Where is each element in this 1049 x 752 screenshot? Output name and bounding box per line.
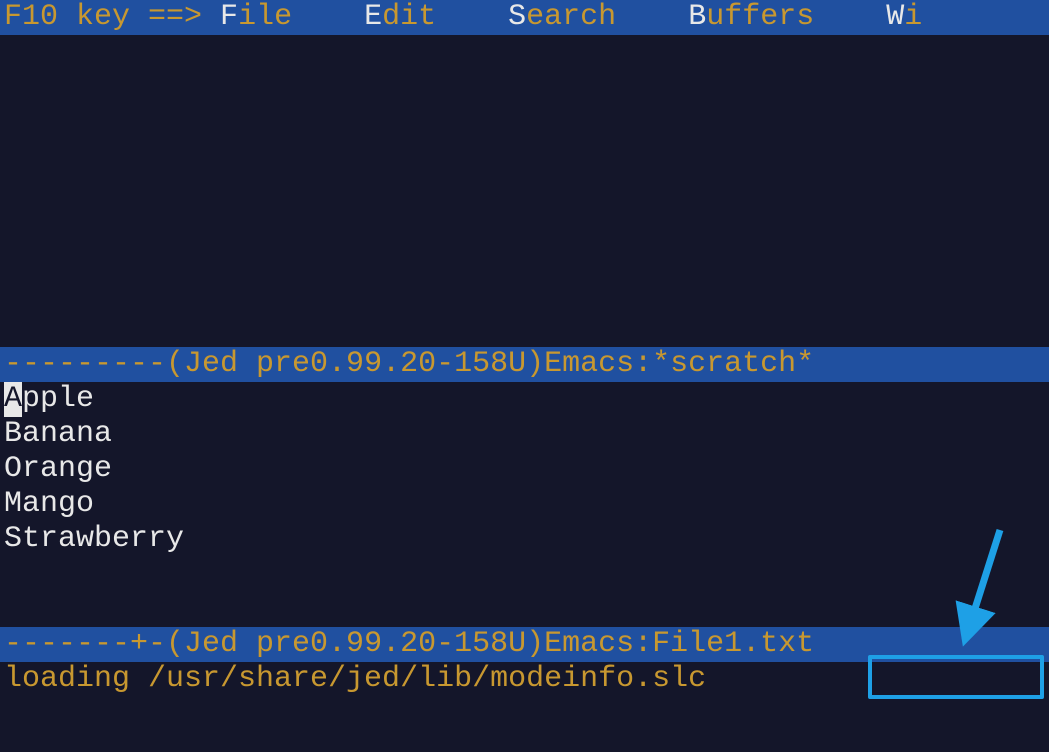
status2-dashes: -------+-: [4, 627, 166, 662]
line1-text: Banana: [4, 417, 112, 452]
menu-buffers-rest: uffers: [706, 0, 814, 34]
menu-windows-hotkey: W: [886, 0, 904, 34]
menu-gap-2: [616, 0, 688, 35]
status1-version: (Jed pre0.99.20-158U): [166, 347, 544, 382]
menu-edit-hotkey: E: [364, 0, 382, 34]
menu-windows[interactable]: Wi: [886, 0, 922, 35]
line3-text: Mango: [4, 487, 94, 522]
status2-mode: Emacs:: [544, 627, 652, 662]
menu-file-rest: ile: [238, 0, 292, 34]
status-line-file: -------+-(Jed pre0.99.20-158U) Emacs: Fi…: [0, 627, 1049, 662]
status1-dashes: ---------: [4, 347, 166, 382]
buffer-empty-space[interactable]: [0, 557, 1049, 592]
menubar[interactable]: F10 key ==> File Edit Search Buffers Wi: [0, 0, 1049, 35]
line4-text: Strawberry: [4, 522, 184, 557]
minibuffer: loading /usr/share/jed/lib/modeinfo.slc: [0, 662, 1049, 697]
line0-rest: pple: [22, 382, 94, 417]
file-buffer-area[interactable]: Apple Banana Orange Mango Strawberry: [0, 382, 1049, 557]
menu-gap-3: [814, 0, 886, 35]
menu-search[interactable]: Search: [508, 0, 616, 35]
status-line-scratch: ---------(Jed pre0.99.20-158U) Emacs: *s…: [0, 347, 1049, 382]
editor-line-3[interactable]: Mango: [4, 487, 1045, 522]
menu-edit-rest: dit: [382, 0, 436, 34]
menu-gap-0: [292, 0, 364, 35]
status1-buffer: *scratch*: [652, 347, 814, 382]
buffer-empty-space-2[interactable]: [0, 592, 1049, 627]
editor-line-1[interactable]: Banana: [4, 417, 1045, 452]
menu-file[interactable]: File: [220, 0, 292, 35]
menu-buffers-hotkey: B: [688, 0, 706, 34]
editor-line-2[interactable]: Orange: [4, 452, 1045, 487]
editor-line-0[interactable]: Apple: [4, 382, 1045, 417]
line2-text: Orange: [4, 452, 112, 487]
menu-search-hotkey: S: [508, 0, 526, 34]
cursor: A: [4, 382, 22, 417]
editor-line-4[interactable]: Strawberry: [4, 522, 1045, 557]
menu-windows-rest: i: [904, 0, 922, 34]
menu-buffers[interactable]: Buffers: [688, 0, 814, 35]
menu-search-rest: earch: [526, 0, 616, 34]
menu-file-hotkey: F: [220, 0, 238, 34]
status2-version: (Jed pre0.99.20-158U): [166, 627, 544, 662]
menu-edit[interactable]: Edit: [364, 0, 436, 35]
menu-gap-1: [436, 0, 508, 35]
menu-prompt: F10 key ==>: [4, 0, 220, 35]
minibuffer-text: loading /usr/share/jed/lib/modeinfo.slc: [4, 662, 706, 697]
scratch-buffer-area[interactable]: [0, 35, 1049, 347]
status1-mode: Emacs:: [544, 347, 652, 382]
status2-buffer: File1.txt: [652, 627, 814, 662]
